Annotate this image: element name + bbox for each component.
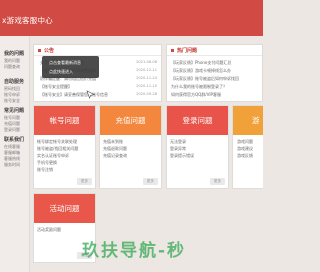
- notice-date: 2020-11-24: [136, 76, 157, 80]
- category-link[interactable]: 登录提示错误: [170, 153, 194, 159]
- hot-question-item[interactable]: 【玩家反馈】游戏卡顿掉线怎么办: [171, 68, 231, 74]
- category-link[interactable]: 帐号绑定帐号关联处理: [37, 139, 77, 145]
- category-card-login[interactable]: 登录问题 无法登录 登录异常 登录提示错误 更多: [166, 105, 229, 189]
- notice-date: 2020-09-28: [136, 92, 157, 96]
- sidebar-link[interactable]: 服务时间: [4, 162, 20, 168]
- category-link[interactable]: 实名认证账号申诉: [37, 153, 69, 159]
- sidebar: 我的问题 我的问题 问题查询 自助服务 密码找回 账号申诉 账号安全 常见问题 …: [0, 36, 30, 272]
- category-card-account[interactable]: 帐号问题 帐号绑定帐号关联处理 账号被盗/找回相关问题 实名认证账号申诉 手机号…: [33, 105, 96, 189]
- notice-item[interactable]: 【账号安全】请妥善保管您的账号信息: [40, 92, 108, 98]
- tooltip-line: 点此快速进入: [49, 69, 73, 74]
- sidebar-group-title[interactable]: 联系我们: [4, 136, 24, 143]
- top-header: x游戏客服中心: [0, 0, 263, 36]
- site-title: x游戏客服中心: [2, 16, 53, 25]
- notice-panel-header: 公告: [34, 45, 161, 56]
- sidebar-link[interactable]: 账号安全: [4, 98, 20, 104]
- pointer-arrow-icon: [86, 90, 95, 99]
- category-link[interactable]: 充值记录查询: [103, 153, 127, 159]
- notice-item[interactable]: 【账号安全提醒】: [40, 84, 72, 90]
- notice-marker-icon: [38, 48, 41, 52]
- sidebar-link[interactable]: 问题查询: [4, 64, 20, 70]
- sidebar-group-title[interactable]: 常见问题: [4, 107, 24, 114]
- hot-question-item[interactable]: 如何获得官方QQ群/VIP客服: [171, 92, 221, 98]
- hot-panel-title: 热门问题: [177, 47, 198, 54]
- category-link[interactable]: 游戏问题: [237, 139, 253, 145]
- sidebar-group-title[interactable]: 我的问题: [4, 50, 24, 57]
- category-link[interactable]: 无法登录: [170, 139, 186, 145]
- category-link[interactable]: 充值未到账: [103, 139, 123, 145]
- category-link[interactable]: 充值退款问题: [103, 146, 127, 152]
- category-title[interactable]: 游: [233, 106, 263, 135]
- category-title[interactable]: 活动问题: [34, 194, 95, 223]
- hot-question-item[interactable]: 为什么我的账号被限制登录了？: [171, 84, 227, 90]
- notice-date: 2020-11-10: [136, 84, 157, 88]
- notice-date: 2020-12-11: [136, 68, 157, 72]
- hot-questions-panel: 热门问题 【玩家反馈】Phone支付问题汇总 【玩家反馈】游戏卡顿掉线怎么办 【…: [166, 44, 263, 102]
- category-link[interactable]: 游戏建议: [237, 146, 253, 152]
- hot-question-item[interactable]: 【玩家反馈】Phone支付问题汇总: [171, 60, 231, 66]
- more-button[interactable]: 更多: [210, 178, 225, 185]
- more-button[interactable]: 更多: [143, 178, 158, 185]
- guide-tooltip[interactable]: 点击查看最新消息 点此快速进入: [42, 56, 99, 78]
- tooltip-line: 点击查看最新消息: [49, 60, 81, 65]
- category-card-recharge[interactable]: 充值问题 充值未到账 充值退款问题 充值记录查询 更多: [99, 105, 162, 189]
- category-link[interactable]: 游戏反馈: [237, 153, 253, 159]
- category-card-game[interactable]: 游 游戏问题 游戏建议 游戏反馈: [232, 105, 263, 189]
- more-button[interactable]: 更多: [77, 178, 92, 185]
- category-link[interactable]: 账号注销: [37, 167, 53, 173]
- hot-marker-icon: [171, 48, 174, 52]
- sidebar-group-title[interactable]: 自助服务: [4, 78, 24, 85]
- category-link[interactable]: 手机号更换: [37, 160, 57, 166]
- category-link[interactable]: 活动奖励问题: [37, 227, 61, 233]
- notice-panel-title: 公告: [44, 47, 55, 54]
- category-title[interactable]: 帐号问题: [34, 106, 95, 135]
- category-title[interactable]: 登录问题: [167, 106, 228, 135]
- category-title[interactable]: 充值问题: [100, 106, 161, 135]
- notice-date: 2021-06-08: [136, 60, 157, 64]
- hot-panel-header: 热门问题: [167, 45, 262, 56]
- category-link[interactable]: 登录异常: [170, 146, 186, 152]
- category-link[interactable]: 账号被盗/找回相关问题: [37, 146, 78, 152]
- watermark-text: 玖扶导航-秒: [82, 241, 187, 261]
- hot-question-item[interactable]: 【玩家反馈】账号被盗后如何申诉找回: [171, 76, 239, 82]
- sidebar-link[interactable]: 登录问题: [4, 127, 20, 133]
